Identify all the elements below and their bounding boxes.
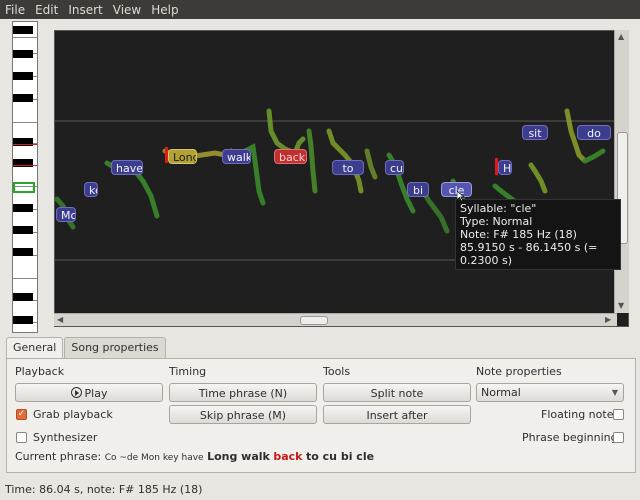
syllable-walk[interactable]: walk <box>222 149 251 164</box>
piano-black-key[interactable] <box>13 226 33 234</box>
play-button[interactable]: Play <box>15 383 163 402</box>
note-properties-heading: Note properties <box>476 365 562 378</box>
grab-playback-checkbox[interactable]: ✓ <box>16 409 27 420</box>
syllable-mon[interactable]: Mon <box>56 207 76 222</box>
piano-black-key[interactable] <box>13 248 33 256</box>
piano-black-key[interactable] <box>13 72 33 80</box>
tools-heading: Tools <box>323 365 351 378</box>
tab-bar: General Song properties <box>6 337 167 361</box>
skip-phrase-button[interactable]: Skip phrase (M) <box>169 405 317 424</box>
syllable-tooltip: Syllable: "cle" Type: Normal Note: F# 18… <box>455 199 621 270</box>
synthesizer-checkbox[interactable] <box>16 432 27 443</box>
piano-black-key[interactable] <box>13 26 33 34</box>
tooltip-time: 85.9150 s - 86.1450 s (= 0.2300 s) <box>460 241 598 267</box>
horizontal-scroll-thumb[interactable] <box>300 316 328 325</box>
menu-file[interactable]: File <box>0 3 30 17</box>
menu-insert[interactable]: Insert <box>63 3 107 17</box>
floating-note-label: Floating note <box>541 408 614 421</box>
syllable-cu[interactable]: cu <box>385 160 404 175</box>
synthesizer-label: Synthesizer <box>33 431 98 444</box>
current-phrase-label: Current phrase: <box>15 450 102 463</box>
grab-playback-label: Grab playback <box>33 408 113 421</box>
chevron-down-icon: ▼ <box>611 388 618 397</box>
menu-edit[interactable]: Edit <box>30 3 63 17</box>
note-type-select[interactable]: Normal ▼ <box>476 383 624 402</box>
syllable-back[interactable]: back <box>274 149 307 164</box>
playback-heading: Playback <box>15 365 65 378</box>
note-canvas[interactable]: Mon ke have Long walk back to cu bi cle … <box>54 30 629 327</box>
current-phrase: Current phrase: Co ~de Mon key have Long… <box>15 450 374 463</box>
tooltip-type: Type: Normal <box>460 215 533 228</box>
phrase-bold-words: Long walk <box>207 450 270 463</box>
piano-key[interactable] <box>13 100 37 123</box>
scroll-right-icon[interactable]: ▶ <box>605 315 611 324</box>
pitch-graph <box>55 108 628 261</box>
scroll-down-icon[interactable]: ▼ <box>618 301 624 310</box>
syllable-sit[interactable]: sit <box>522 125 548 140</box>
syllable-long[interactable]: Long <box>168 149 197 164</box>
syllable-do[interactable]: do <box>577 125 611 140</box>
syllable-ke[interactable]: ke <box>84 182 98 197</box>
phrase-beginning-label: Phrase beginning <box>522 431 618 444</box>
piano-black-key[interactable] <box>13 316 33 324</box>
syllable-he[interactable]: He <box>498 160 512 175</box>
tooltip-syllable: Syllable: "cle" <box>460 202 537 215</box>
phrase-beginning-checkbox[interactable] <box>613 432 624 443</box>
play-icon <box>70 387 82 398</box>
menu-bar: File Edit Insert View Help <box>0 0 640 19</box>
piano-black-key[interactable] <box>13 94 33 102</box>
syllable-bi[interactable]: bi <box>407 182 429 197</box>
piano-black-key[interactable] <box>13 293 33 301</box>
phrase-selected-word: back <box>273 450 303 463</box>
menu-view[interactable]: View <box>108 3 146 17</box>
scroll-up-icon[interactable]: ▲ <box>618 32 624 41</box>
vertical-scrollbar[interactable]: ▲ ▼ <box>614 30 629 313</box>
syllable-have[interactable]: have <box>111 160 143 175</box>
phrase-past-words: Co ~de Mon key have <box>104 453 204 463</box>
piano-key[interactable] <box>13 256 37 279</box>
current-note-marker <box>13 144 37 166</box>
piano-black-key[interactable] <box>13 204 33 212</box>
mouse-cursor-icon <box>457 191 465 201</box>
timing-heading: Timing <box>169 365 207 378</box>
split-note-button[interactable]: Split note <box>323 383 471 402</box>
time-phrase-button[interactable]: Time phrase (N) <box>169 383 317 402</box>
tab-song-properties[interactable]: Song properties <box>64 337 166 359</box>
status-bar: Time: 86.04 s, note: F# 185 Hz (18) <box>5 483 203 496</box>
piano-black-key[interactable] <box>13 50 33 58</box>
syllable-to[interactable]: to <box>332 160 364 175</box>
insert-after-button[interactable]: Insert after <box>323 405 471 424</box>
floating-note-checkbox[interactable] <box>613 409 624 420</box>
menu-help[interactable]: Help <box>146 3 183 17</box>
tooltip-note: Note: F# 185 Hz (18) <box>460 228 577 241</box>
scroll-left-icon[interactable]: ◀ <box>57 315 63 324</box>
piano-keyboard[interactable] <box>12 21 38 333</box>
horizontal-scrollbar[interactable]: ◀ ▶ <box>54 313 617 326</box>
phrase-remaining-words: to cu bi cle <box>306 450 375 463</box>
note-type-value: Normal <box>481 386 521 399</box>
play-label: Play <box>84 387 108 400</box>
detected-pitch-marker <box>13 182 35 193</box>
